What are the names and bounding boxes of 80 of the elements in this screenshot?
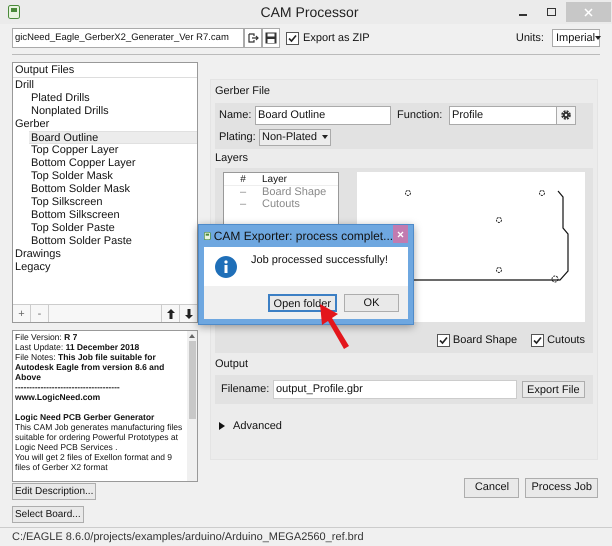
tree-item[interactable]: Drawings — [13, 248, 197, 261]
tree-item[interactable]: Board Outline — [29, 131, 197, 144]
window-title: CAM Processor — [260, 2, 359, 22]
tree-item[interactable]: Gerber — [13, 118, 197, 131]
settings-button[interactable] — [557, 106, 576, 124]
app-icon — [8, 5, 20, 19]
save-button[interactable] — [262, 28, 280, 48]
scrollbar[interactable] — [187, 331, 197, 481]
table-cell-text: Board Shape — [262, 184, 326, 199]
footer-button[interactable]: Cancel — [464, 478, 520, 498]
description-text: File Notes: This Job file suitable for Autodesk Eagle from version 8.6 and Above — [15, 352, 166, 382]
tree-item[interactable]: Bottom Copper Layer — [29, 157, 197, 170]
column-header: Layer — [262, 172, 288, 186]
tree-item[interactable]: Nonplated Drills — [29, 105, 197, 118]
job-file-field[interactable]: gicNeed_Eagle_GerberX2_Generater_Ver R7.cam — [12, 28, 244, 48]
remove-button[interactable]: - — [31, 305, 49, 322]
dialog-title: CAM Exporter: process complet... — [214, 228, 394, 245]
layer-toggle-label: Cutouts — [547, 333, 585, 348]
caret-icon — [595, 36, 602, 40]
units-dropdown[interactable]: Imperial — [552, 29, 600, 47]
tree-item[interactable]: Top Copper Layer — [29, 144, 197, 157]
close-button[interactable] — [393, 225, 408, 243]
close-icon — [584, 8, 593, 16]
settings-icon — [560, 109, 572, 121]
tree-item[interactable]: Bottom Solder Mask — [29, 183, 197, 196]
tree-item[interactable]: Bottom Silkscreen — [29, 209, 197, 222]
dialog-message: Job processed successfully! — [251, 253, 388, 268]
description-text: File Version: R 7 — [15, 332, 78, 342]
column-header: # — [239, 172, 247, 186]
checkbox[interactable] — [286, 32, 299, 44]
plating-dropdown[interactable]: Non-Plated — [259, 128, 332, 146]
tree-item[interactable]: Legacy — [13, 261, 197, 274]
down-arrow-icon — [184, 308, 192, 319]
description-text: This CAM Job generates manufacturing files suitable for ordering Powerful Prototypes at Logic Need PCB Services . — [15, 422, 184, 452]
description-text: Logic Need PCB Gerber Generator — [15, 412, 156, 422]
dialog-button[interactable]: OK — [344, 294, 399, 312]
add-button[interactable]: + — [13, 305, 31, 322]
output-title: Output — [215, 356, 250, 372]
name-label: Name: — [219, 108, 252, 123]
tree-item[interactable]: Top Silkscreen — [29, 196, 197, 209]
tree-item[interactable]: Plated Drills — [29, 92, 197, 105]
gerber-file-title: Gerber File — [215, 84, 272, 99]
info-icon — [215, 256, 237, 278]
layer-toggle-label: Board Shape — [452, 333, 518, 348]
caret-icon — [322, 135, 328, 139]
tree-item[interactable]: Top Solder Paste — [29, 222, 197, 235]
description-text: www.LogicNeed.com — [15, 392, 102, 402]
tree-item[interactable]: Bottom Solder Paste — [29, 235, 197, 248]
expand-icon — [219, 422, 225, 430]
plating-label: Plating: — [219, 130, 257, 145]
checkbox[interactable] — [531, 334, 544, 347]
export-file-button[interactable]: Export File — [522, 381, 585, 398]
export-icon — [247, 32, 259, 44]
tree-item[interactable]: Drill — [13, 79, 197, 92]
description-text: Last Update: 11 December 2018 — [15, 342, 140, 352]
description-text: You will get 2 files of Exellon format and 9 files of Gerber X2 format — [15, 452, 174, 472]
filename-field[interactable]: output_Profile.gbr — [273, 380, 517, 399]
tree-header: Output Files — [13, 63, 197, 78]
up-arrow-icon — [166, 308, 174, 319]
name-field[interactable]: Board Outline — [255, 106, 391, 124]
maximize-icon[interactable] — [547, 8, 556, 16]
close-icon — [397, 230, 404, 238]
edit-description-button[interactable]: Edit Description... — [12, 483, 96, 500]
function-label: Function: — [397, 108, 444, 123]
description-text: ------------------------------------- — [15, 382, 121, 392]
filename-label: Filename: — [221, 382, 270, 398]
app-icon — [204, 230, 211, 242]
select-board-button[interactable]: Select Board... — [12, 506, 84, 523]
save-icon — [265, 32, 277, 44]
export-zip-label: Export as ZIP — [303, 30, 370, 46]
advanced-toggle[interactable]: Advanced — [219, 418, 282, 434]
units-label: Units: — [516, 30, 544, 46]
export-button[interactable] — [244, 28, 262, 48]
checkbox[interactable] — [436, 334, 450, 347]
function-field[interactable]: Profile — [449, 106, 557, 124]
footer-button[interactable]: Process Job — [525, 478, 598, 498]
dialog-button[interactable]: Open folder — [268, 294, 337, 312]
table-cell-text: Cutouts — [262, 198, 300, 212]
layers-title: Layers — [215, 150, 250, 166]
tree-item[interactable]: Top Solder Mask — [29, 170, 197, 183]
